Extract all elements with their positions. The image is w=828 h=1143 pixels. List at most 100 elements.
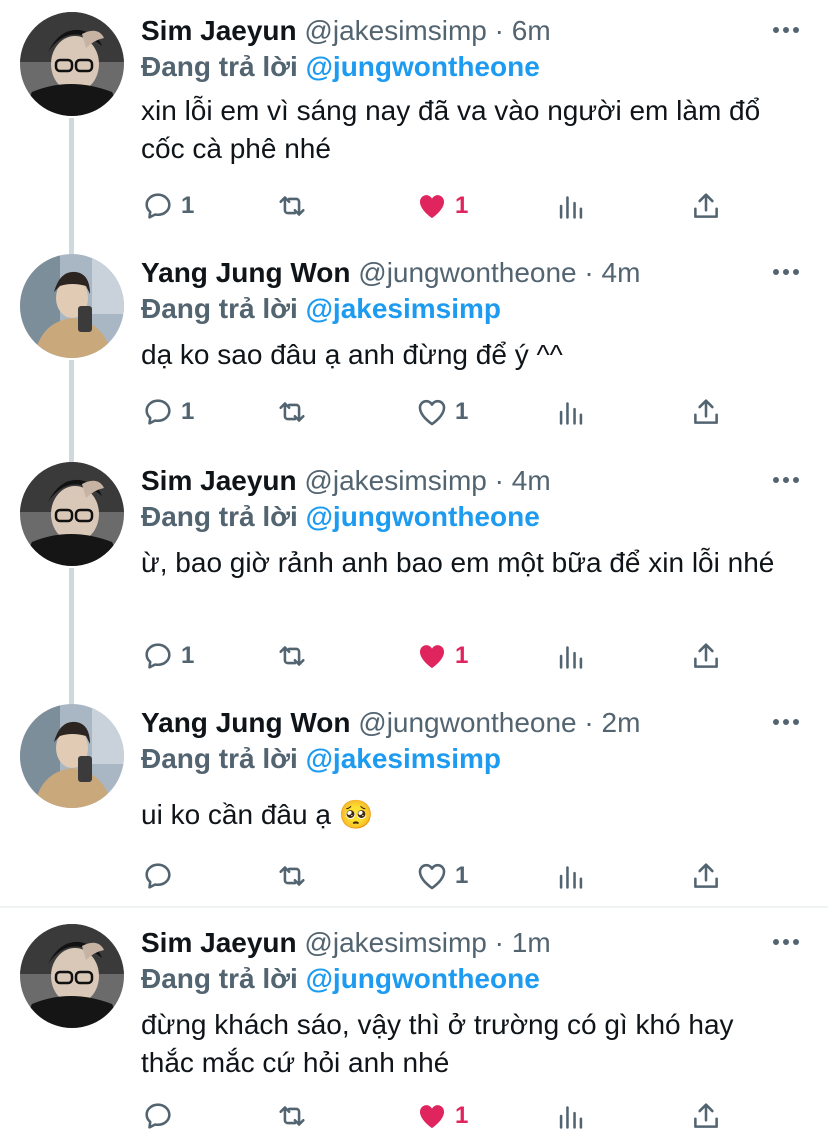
heart-icon (419, 195, 445, 219)
reply-button[interactable]: 1 (141, 392, 194, 432)
analytics-icon (559, 866, 583, 889)
display-name[interactable]: Sim Jaeyun (141, 927, 297, 958)
display-name[interactable]: Yang Jung Won (141, 257, 350, 288)
tweet-text: dạ ko sao đâu ạ anh đừng để ý ^^ (141, 339, 563, 370)
like-button[interactable]: 1 (415, 392, 468, 432)
analytics-button[interactable] (554, 392, 588, 432)
action-bar: 1 (141, 1096, 741, 1136)
timestamp[interactable]: 6m (512, 15, 551, 46)
display-name[interactable]: Sim Jaeyun (141, 15, 297, 46)
reply-button[interactable]: 1 (141, 636, 194, 676)
mention-link[interactable]: @jungwontheone (306, 963, 540, 994)
avatar[interactable] (20, 462, 124, 566)
replying-prefix: Đang trả lời (141, 293, 298, 324)
reply-button[interactable]: 1 (141, 186, 194, 226)
like-count: 1 (455, 862, 469, 889)
analytics-button[interactable] (554, 186, 588, 226)
replying-to: Đang trả lời @jungwontheone (141, 500, 540, 534)
reply-button[interactable] (141, 1096, 181, 1136)
analytics-icon (559, 1106, 583, 1129)
share-icon (694, 193, 718, 218)
mention-link[interactable]: @jakesimsimp (306, 293, 501, 324)
analytics-icon (559, 402, 583, 425)
share-button[interactable] (689, 186, 723, 226)
replying-to: Đang trả lời @jakesimsimp (141, 292, 501, 326)
separator-dot: · (494, 15, 504, 46)
like-button[interactable]: 1 (415, 1096, 468, 1136)
reply-button[interactable] (141, 856, 181, 896)
user-handle[interactable]: @jakesimsimp (304, 465, 486, 496)
like-button[interactable]: 1 (415, 856, 468, 896)
timestamp[interactable]: 1m (512, 927, 551, 958)
mention-link[interactable]: @jakesimsimp (306, 743, 501, 774)
tweet[interactable]: Sim Jaeyun @jakesimsimp · 6m Đang trả lờ… (0, 0, 828, 244)
tweet[interactable]: Yang Jung Won @jungwontheone · 2m Đang t… (0, 692, 828, 906)
more-icon[interactable] (772, 718, 800, 726)
tweet-divider (0, 906, 828, 908)
share-button[interactable] (689, 1096, 723, 1136)
separator-dot: · (494, 927, 504, 958)
user-handle[interactable]: @jungwontheone (358, 257, 576, 288)
like-button[interactable]: 1 (415, 186, 468, 226)
tweet-text: đừng khách sáo, vậy thì ở trường có gì k… (141, 1009, 734, 1078)
reply-icon (145, 1103, 171, 1129)
avatar[interactable] (20, 12, 124, 116)
user-handle[interactable]: @jungwontheone (358, 707, 576, 738)
reply-count: 1 (181, 192, 195, 219)
timestamp[interactable]: 4m (602, 257, 641, 288)
share-icon (694, 399, 718, 424)
tweet-header: Yang Jung Won @jungwontheone · 2m (141, 706, 640, 740)
more-icon[interactable] (772, 476, 800, 484)
retweet-icon (279, 866, 305, 886)
retweet-button[interactable] (275, 636, 315, 676)
replying-to: Đang trả lời @jungwontheone (141, 962, 540, 996)
tweet-header: Yang Jung Won @jungwontheone · 4m (141, 256, 640, 290)
share-button[interactable] (689, 636, 723, 676)
retweet-button[interactable] (275, 1096, 315, 1136)
share-button[interactable] (689, 856, 723, 896)
reply-icon (145, 643, 171, 669)
retweet-button[interactable] (275, 186, 315, 226)
mention-link[interactable]: @jungwontheone (306, 501, 540, 532)
share-icon (694, 863, 718, 888)
reply-count: 1 (181, 642, 195, 669)
timestamp[interactable]: 4m (512, 465, 551, 496)
tweet[interactable]: Yang Jung Won @jungwontheone · 4m Đang t… (0, 242, 828, 452)
action-bar: 1 1 (141, 636, 741, 676)
replying-prefix: Đang trả lời (141, 963, 298, 994)
user-handle[interactable]: @jakesimsimp (304, 15, 486, 46)
reply-count: 1 (181, 398, 195, 425)
tweet-text: ừ, bao giờ rảnh anh bao em một bữa để xi… (141, 547, 775, 578)
action-bar: 1 1 (141, 186, 741, 226)
display-name[interactable]: Yang Jung Won (141, 707, 350, 738)
avatar[interactable] (20, 924, 124, 1028)
heart-icon (419, 1105, 445, 1129)
timestamp[interactable]: 2m (602, 707, 641, 738)
display-name[interactable]: Sim Jaeyun (141, 465, 297, 496)
replying-prefix: Đang trả lời (141, 501, 298, 532)
retweet-icon (279, 646, 305, 666)
analytics-button[interactable] (554, 636, 588, 676)
tweet-header: Sim Jaeyun @jakesimsimp · 1m (141, 926, 551, 960)
share-button[interactable] (689, 392, 723, 432)
reply-icon (145, 399, 171, 425)
user-handle[interactable]: @jakesimsimp (304, 927, 486, 958)
more-icon[interactable] (772, 26, 800, 34)
retweet-icon (279, 196, 305, 216)
retweet-button[interactable] (275, 856, 315, 896)
avatar[interactable] (20, 254, 124, 358)
avatar[interactable] (20, 704, 124, 808)
heart-icon (418, 399, 446, 426)
more-icon[interactable] (772, 268, 800, 276)
analytics-button[interactable] (554, 1096, 588, 1136)
avatar-image (20, 704, 124, 808)
tweet[interactable]: Sim Jaeyun @jakesimsimp · 4m Đang trả lờ… (0, 450, 828, 694)
retweet-button[interactable] (275, 392, 315, 432)
analytics-icon (559, 646, 583, 669)
replying-prefix: Đang trả lời (141, 743, 298, 774)
more-icon[interactable] (772, 938, 800, 946)
analytics-button[interactable] (554, 856, 588, 896)
like-button[interactable]: 1 (415, 636, 468, 676)
tweet[interactable]: Sim Jaeyun @jakesimsimp · 1m Đang trả lờ… (0, 912, 828, 1143)
mention-link[interactable]: @jungwontheone (306, 51, 540, 82)
